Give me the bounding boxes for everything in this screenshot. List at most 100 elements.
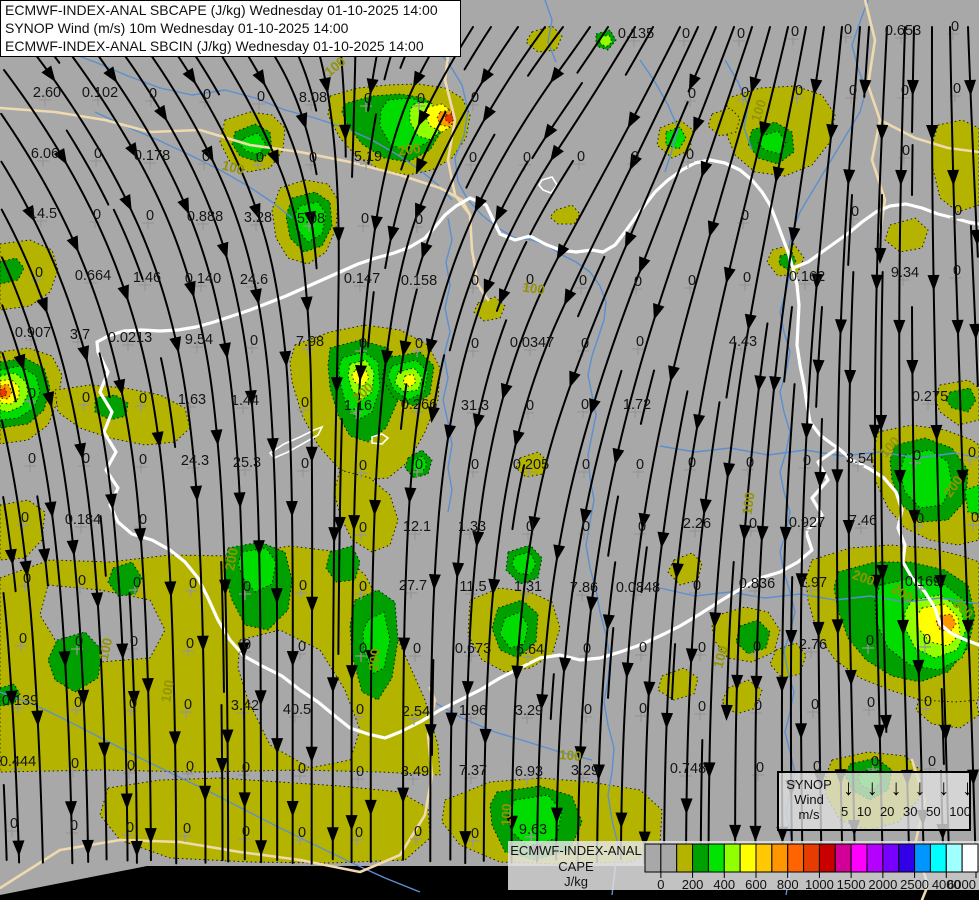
station-value-label: 0 [129, 696, 137, 712]
station-value-label: 0 [415, 212, 423, 228]
station-value-label: 1.44 [231, 393, 259, 409]
colorbar-cell [851, 844, 867, 872]
streamline-arrowhead-icon [721, 705, 733, 721]
station-value-label: 0.178 [134, 148, 170, 164]
station-value-label: 0 [415, 336, 423, 352]
station-value-label: 0 [146, 208, 154, 224]
title-line-wind: SYNOP Wind (m/s) 10m Wednesday 01-10-202… [1, 19, 460, 37]
streamline-arrowhead-icon [219, 342, 231, 359]
station-value-label: 0.275 [912, 389, 948, 405]
cin-contour-label: 100 [559, 747, 583, 764]
streamline-arrowhead-icon [835, 319, 847, 335]
streamline-arrowhead-icon [613, 448, 625, 465]
station-value-label: 0 [968, 445, 976, 461]
colorbar-cell [788, 844, 804, 872]
wind-speed-arrow-icon: ↓ [867, 773, 878, 805]
station-value-label: 0 [754, 698, 762, 714]
station-value-label: 0 [309, 150, 317, 166]
wind-speed-label: 100 [949, 804, 971, 819]
station-value-label: 0.162 [789, 269, 825, 285]
wind-streamline [608, 628, 613, 698]
station-value-label: 1.46 [133, 270, 161, 286]
streamline-arrowhead-icon [700, 498, 712, 515]
streamline-arrowhead-icon [754, 375, 766, 392]
streamline-arrowhead-icon [693, 414, 705, 431]
wind-speed-label: 30 [903, 804, 917, 819]
station-value-label: 0 [298, 761, 306, 777]
colorbar-cell [867, 844, 883, 872]
station-value-label: 0 [74, 695, 82, 711]
station-value-label: 0 [10, 816, 18, 832]
streamline-arrowhead-icon [564, 288, 576, 305]
station-value-label: 2.60 [33, 85, 61, 101]
streamline-arrowhead-icon [801, 423, 813, 439]
station-value-label: 0 [139, 452, 147, 468]
colorbar-cell [835, 844, 851, 872]
streamline-arrowhead-icon [119, 194, 131, 211]
station-value-label: 3.42 [231, 698, 259, 714]
streamline-arrowhead-icon [67, 540, 79, 557]
station-value-label: 6.64 [516, 642, 544, 658]
streamline-arrowhead-icon [210, 429, 222, 445]
station-value-label: 0 [471, 273, 479, 289]
streamline-arrowhead-icon [681, 798, 693, 814]
wind-speed-label: 5 [841, 804, 848, 819]
colorbar-cell [962, 844, 978, 872]
station-value-label: 0.140 [185, 271, 221, 287]
station-value-label: 0 [28, 386, 36, 402]
station-value-label: 27.7 [399, 578, 427, 594]
streamline-arrowhead-icon [286, 501, 298, 517]
station-value-label: 0 [139, 391, 147, 407]
wind-legend-arrows: ↓↓↓↓↓↓ [839, 773, 977, 805]
station-value-label: 25.3 [233, 455, 261, 471]
station-value-label: 0 [741, 85, 749, 101]
station-value-label: 2.26 [683, 516, 711, 532]
colorbar-cell [708, 844, 724, 872]
station-value-label: 0.653 [885, 23, 921, 39]
cape-region-olive [334, 470, 398, 552]
station-value-label: 0 [795, 83, 803, 99]
map-canvas: 0.13500000.65302.600.1020008.08000000000… [0, 0, 979, 900]
streamline-arrowhead-icon [657, 532, 669, 549]
colorbar-cell [693, 844, 709, 872]
streamline-arrowhead-icon [831, 469, 843, 485]
station-value-label: 9.63 [519, 822, 547, 838]
station-value-label: 0 [242, 760, 250, 776]
streamline-arrowhead-icon [795, 723, 807, 739]
station-value-label: 6.06 [31, 146, 59, 162]
station-value-label: 0.205 [513, 457, 549, 473]
station-value-label: 0 [737, 26, 745, 42]
streamline-arrowhead-icon [429, 574, 441, 590]
colorbar-cell [740, 844, 756, 872]
station-value-label: 0.158 [401, 273, 437, 289]
station-value-label: 0 [631, 149, 639, 165]
station-value-label: 0 [471, 336, 479, 352]
wind-streamline [114, 210, 143, 279]
title-line-sbcin: ECMWF-INDEX-ANAL SBCIN (J/kg) Wednesday … [1, 37, 460, 55]
station-value-label: 0 [791, 24, 799, 40]
station-value-label: 0 [301, 456, 309, 472]
station-value-label: 31.3 [461, 398, 489, 414]
station-value-label: 0 [356, 702, 364, 718]
station-value-label: 9.54 [185, 332, 213, 348]
cin-contour-label: 100 [322, 54, 349, 80]
streamline-arrowhead-icon [421, 242, 432, 259]
streamline-arrowhead-icon [964, 80, 976, 96]
station-value-label: 0 [584, 702, 592, 718]
station-value-label: 0 [139, 512, 147, 528]
wind-legend: SYNOP Wind m/s ↓↓↓↓↓↓ 510203050100 [777, 771, 971, 831]
streamline-arrowhead-icon [371, 215, 383, 232]
wind-speed-label: 10 [857, 804, 871, 819]
cin-contour-label: 200 [397, 141, 421, 159]
streamline-arrowhead-icon [267, 438, 279, 454]
cape-region-olive [550, 205, 580, 224]
station-value-label: 0 [301, 395, 309, 411]
station-value-label: 0 [184, 697, 192, 713]
streamline-arrowhead-icon [543, 124, 557, 141]
station-value-label: 0 [299, 578, 307, 594]
station-value-label: 0 [243, 579, 251, 595]
station-value-label: 0 [526, 398, 534, 414]
streamline-arrowhead-icon [250, 288, 262, 305]
wind-streamline [912, 145, 913, 195]
colorbar-scale: 0200400600800100015002000250040006000 [644, 843, 979, 890]
